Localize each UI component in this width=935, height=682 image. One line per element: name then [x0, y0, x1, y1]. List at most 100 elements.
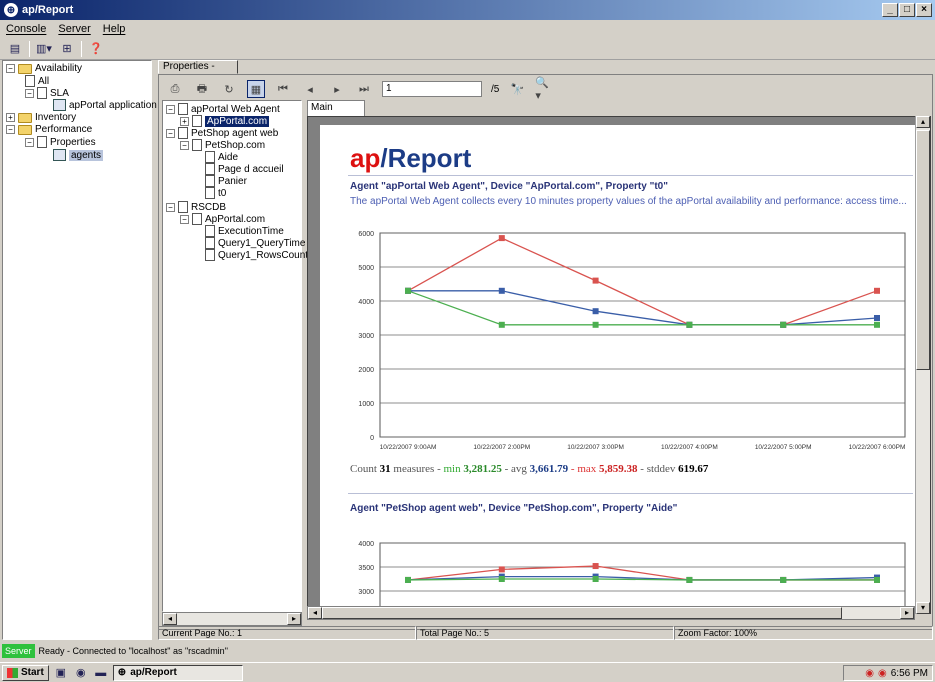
doc-node[interactable]: Query1_RowsCount [205, 249, 308, 261]
collapse-icon[interactable]: − [25, 137, 34, 147]
zoom-dropdown-icon[interactable]: 🔍▾ [535, 77, 553, 102]
folder-icon[interactable]: ▬ [93, 666, 109, 680]
chart2: 4000 3500 3000 [358, 541, 906, 613]
close-button[interactable]: × [916, 3, 932, 17]
current-page-status: Current Page No.: 1 [158, 626, 416, 640]
tree-node-all[interactable]: All [25, 75, 49, 87]
tab-properties-agents[interactable]: Properties - agents [158, 60, 238, 84]
document-icon [205, 151, 215, 163]
document-icon [178, 127, 188, 139]
tree-node-availability[interactable]: − Availability [6, 63, 82, 74]
minimize-button[interactable]: _ [882, 3, 898, 17]
data-point [592, 308, 599, 315]
first-page-icon[interactable]: ⏮ [274, 80, 292, 98]
data-point [498, 235, 505, 242]
doc-node[interactable]: − RSCDB [166, 201, 226, 213]
collapse-icon[interactable]: − [180, 214, 189, 224]
page-number-input[interactable]: 1 [382, 81, 482, 97]
collapse-icon[interactable]: − [166, 202, 175, 212]
document-icon [205, 237, 215, 249]
folder-icon [18, 112, 32, 123]
desktop-icon[interactable]: ▣ [53, 666, 69, 680]
data-point [592, 321, 599, 328]
scroll-left-icon[interactable]: ◂ [163, 613, 177, 625]
last-page-icon[interactable]: ⏭ [355, 80, 373, 98]
taskbar-item-apreport[interactable]: ⊕ ap/Report [112, 664, 243, 681]
doc-node[interactable]: Page d accueil [205, 163, 284, 175]
maximize-button[interactable]: □ [899, 3, 915, 17]
tree-node-performance[interactable]: − Performance [6, 124, 92, 135]
next-page-icon[interactable]: ▸ [328, 80, 346, 98]
browser-icon[interactable]: ◉ [73, 666, 89, 680]
menu-help[interactable]: Help [103, 23, 126, 35]
chart1-title: Agent "apPortal Web Agent", Device "ApPo… [350, 181, 668, 192]
series-line [407, 290, 877, 326]
doc-node[interactable]: + ApPortal.com [180, 115, 270, 127]
document-icon [205, 163, 215, 175]
refresh-icon[interactable]: ↻ [220, 80, 238, 98]
doc-node[interactable]: ExecutionTime [205, 225, 284, 237]
collapse-icon[interactable]: − [166, 128, 175, 138]
data-point [592, 277, 599, 284]
doc-node[interactable]: Query1_QueryTime [205, 237, 305, 249]
previous-page-icon[interactable]: ◂ [301, 80, 319, 98]
scroll-right-icon[interactable]: ▸ [287, 613, 301, 625]
doc-node[interactable]: − PetShop agent web [166, 127, 278, 139]
help-icon[interactable]: ❓ [87, 41, 105, 57]
save-icon[interactable]: ▤ [6, 41, 24, 57]
data-point [780, 321, 787, 328]
doc-tree-scrollbar[interactable]: ◂ ▸ [162, 612, 302, 626]
scroll-left-icon[interactable]: ◂ [308, 607, 322, 619]
collapse-icon[interactable]: − [166, 104, 175, 114]
document-icon [178, 201, 188, 213]
tree-node-agents[interactable]: agents [53, 149, 104, 161]
scroll-right-icon[interactable]: ▸ [900, 607, 914, 619]
collapse-icon[interactable]: − [25, 88, 34, 98]
tree-node-apportal-application[interactable]: apPortal application [53, 99, 157, 111]
collapse-icon[interactable]: − [180, 140, 189, 150]
volume-icon[interactable]: ◉ [878, 668, 887, 679]
properties-icon[interactable]: ⊞ [58, 41, 76, 57]
x-tick-label: 10/22/2007 2:00PM [473, 444, 530, 451]
start-button[interactable]: Start [2, 664, 49, 681]
doc-node[interactable]: Aide [205, 151, 238, 163]
doc-node[interactable]: − ApPortal.com [180, 213, 265, 225]
data-point [498, 576, 505, 582]
collapse-icon[interactable]: − [6, 64, 15, 73]
chart2-title: Agent "PetShop agent web", Device "PetSh… [350, 503, 678, 514]
report-horizontal-scrollbar[interactable]: ◂ ▸ [307, 606, 915, 620]
tree-node-inventory[interactable]: + Inventory [6, 112, 76, 123]
expand-icon[interactable]: + [6, 113, 15, 122]
scroll-down-icon[interactable]: ▾ [916, 602, 930, 614]
collapse-icon[interactable]: − [6, 125, 15, 134]
report-vertical-scrollbar[interactable]: ▴ ▾ [915, 116, 930, 614]
doc-node[interactable]: t0 [205, 187, 226, 199]
data-point [686, 576, 693, 583]
document-icon [192, 139, 202, 151]
tab-main-report[interactable]: Main Report [307, 100, 365, 127]
data-point [498, 287, 505, 294]
doc-node[interactable]: − PetShop.com [180, 139, 265, 151]
menu-console[interactable]: Console [6, 23, 46, 35]
toolbar-separator [29, 40, 30, 57]
doc-node[interactable]: Panier [205, 175, 247, 187]
scroll-thumb[interactable] [916, 130, 930, 370]
print-icon[interactable]: 🖶 [193, 80, 211, 98]
y-tick-label: 3000 [358, 333, 374, 340]
export-icon[interactable]: ⎙ [166, 80, 184, 98]
tree-node-properties[interactable]: − Properties [25, 136, 96, 148]
menu-server[interactable]: Server [58, 23, 90, 35]
scroll-thumb[interactable] [322, 607, 842, 619]
network-icon[interactable]: ◉ [865, 668, 874, 679]
x-tick-label: 10/22/2007 9:00AM [380, 444, 437, 451]
find-icon[interactable]: 🔭 [508, 80, 526, 98]
toggle-tree-icon[interactable]: ▦ [247, 80, 265, 98]
y-tick-label: 2000 [358, 367, 374, 374]
open-dropdown-icon[interactable]: ▥▾ [35, 41, 53, 57]
y-tick-label: 4000 [358, 299, 374, 306]
scroll-up-icon[interactable]: ▴ [916, 116, 930, 128]
doc-node[interactable]: − apPortal Web Agent [166, 103, 280, 115]
tree-node-sla[interactable]: − SLA [25, 87, 69, 99]
expand-icon[interactable]: + [180, 116, 189, 126]
data-point [874, 321, 880, 328]
